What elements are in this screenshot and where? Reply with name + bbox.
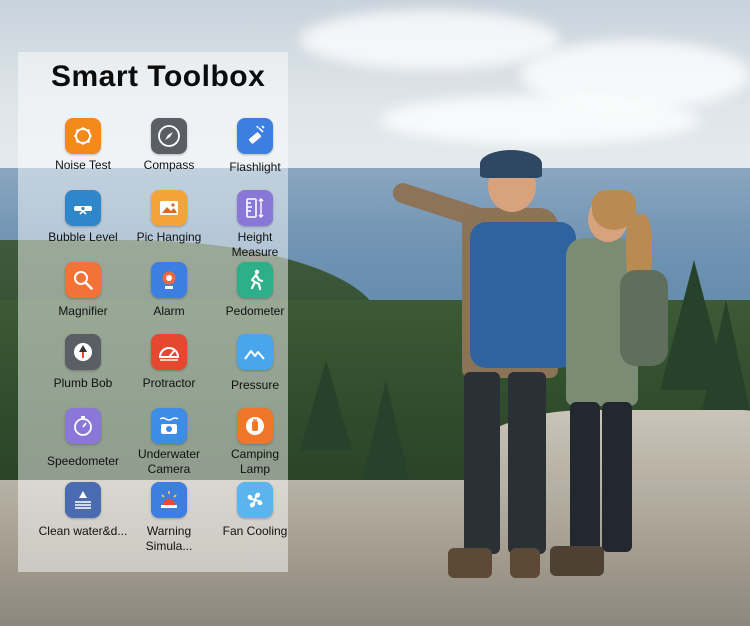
- tool-label-line1: Camping: [230, 447, 280, 461]
- boot: [448, 548, 492, 578]
- tool-speedometer[interactable]: Speedometer: [38, 408, 128, 468]
- warning-light-icon: [151, 482, 187, 518]
- tool-label: Noise Test: [55, 158, 111, 172]
- camping-lamp-icon: [237, 408, 273, 444]
- boot: [550, 546, 604, 576]
- tool-label: Pedometer: [225, 304, 285, 318]
- tool-clean-water[interactable]: Clean water&d...: [38, 482, 128, 538]
- leg: [570, 402, 600, 552]
- tool-magnifier[interactable]: Magnifier: [38, 262, 128, 318]
- tool-label: Pressure: [230, 378, 280, 392]
- ruler-icon: [237, 190, 273, 226]
- tool-label: Flashlight: [229, 160, 281, 174]
- tool-label: Compass: [143, 158, 195, 172]
- protractor-icon: [151, 334, 187, 370]
- tool-pressure[interactable]: Pressure: [210, 334, 300, 392]
- tool-label: Bubble Level: [48, 230, 118, 244]
- tool-height-measure[interactable]: Height Measure: [210, 190, 300, 259]
- tool-label: Pic Hanging: [136, 230, 202, 244]
- tool-flashlight[interactable]: Flashlight: [210, 118, 300, 174]
- tool-noise-test[interactable]: Noise Test: [38, 118, 128, 172]
- tool-plumb-bob[interactable]: Plumb Bob: [38, 334, 128, 390]
- tool-label-line1: Warning: [146, 524, 192, 538]
- fan-icon: [237, 482, 273, 518]
- tool-underwater-camera[interactable]: Underwater Camera: [124, 408, 214, 476]
- tool-label-line2: Measure: [231, 245, 279, 259]
- tool-label: Fan Cooling: [222, 524, 288, 538]
- plumb-bob-icon: [65, 334, 101, 370]
- leg: [508, 372, 546, 554]
- boot: [510, 548, 540, 578]
- tool-pic-hanging[interactable]: Pic Hanging: [124, 190, 214, 244]
- tool-label: Protractor: [142, 376, 196, 390]
- tree: [300, 360, 352, 450]
- tool-label: Alarm: [153, 304, 185, 318]
- tool-pedometer[interactable]: Pedometer: [210, 262, 300, 318]
- tool-camping-lamp[interactable]: Camping Lamp: [210, 408, 300, 476]
- tool-alarm[interactable]: Alarm: [124, 262, 214, 318]
- backpack: [470, 222, 576, 368]
- pressure-icon: [237, 334, 273, 370]
- underwater-camera-icon: [151, 408, 187, 444]
- tool-protractor[interactable]: Protractor: [124, 334, 214, 390]
- leg: [602, 402, 632, 552]
- magnifier-icon: [65, 262, 101, 298]
- clean-water-icon: [65, 482, 101, 518]
- tool-label-line2: Lamp: [239, 462, 271, 476]
- tool-label-line2: Simula...: [145, 539, 193, 553]
- tool-label: Plumb Bob: [53, 376, 113, 390]
- speedometer-icon: [65, 408, 101, 444]
- bubble-level-icon: [65, 190, 101, 226]
- tool-label: Speedometer: [46, 454, 120, 468]
- noise-test-icon: [65, 118, 101, 154]
- tool-warning-simulator[interactable]: Warning Simula...: [124, 482, 214, 553]
- cap: [480, 150, 542, 178]
- tool-fan-cooling[interactable]: Fan Cooling: [210, 482, 300, 538]
- compass-icon: [151, 118, 187, 154]
- tree: [360, 380, 412, 490]
- tool-label-line1: Underwater: [137, 447, 201, 461]
- page-title: Smart Toolbox: [51, 60, 266, 93]
- backpack: [620, 270, 668, 366]
- tool-bubble-level[interactable]: Bubble Level: [38, 190, 128, 244]
- pedometer-icon: [237, 262, 273, 298]
- cloud: [300, 10, 560, 70]
- flashlight-icon: [237, 118, 273, 154]
- tool-label-line2: Camera: [147, 462, 191, 476]
- alarm-icon: [151, 262, 187, 298]
- tool-compass[interactable]: Compass: [124, 118, 214, 172]
- tool-label: Clean water&d...: [38, 524, 128, 538]
- tool-label: Magnifier: [58, 304, 108, 318]
- tree: [700, 300, 750, 420]
- leg: [464, 372, 500, 554]
- tool-label-line1: Height: [237, 230, 273, 244]
- cloud: [380, 95, 700, 145]
- picture-hanging-icon: [151, 190, 187, 226]
